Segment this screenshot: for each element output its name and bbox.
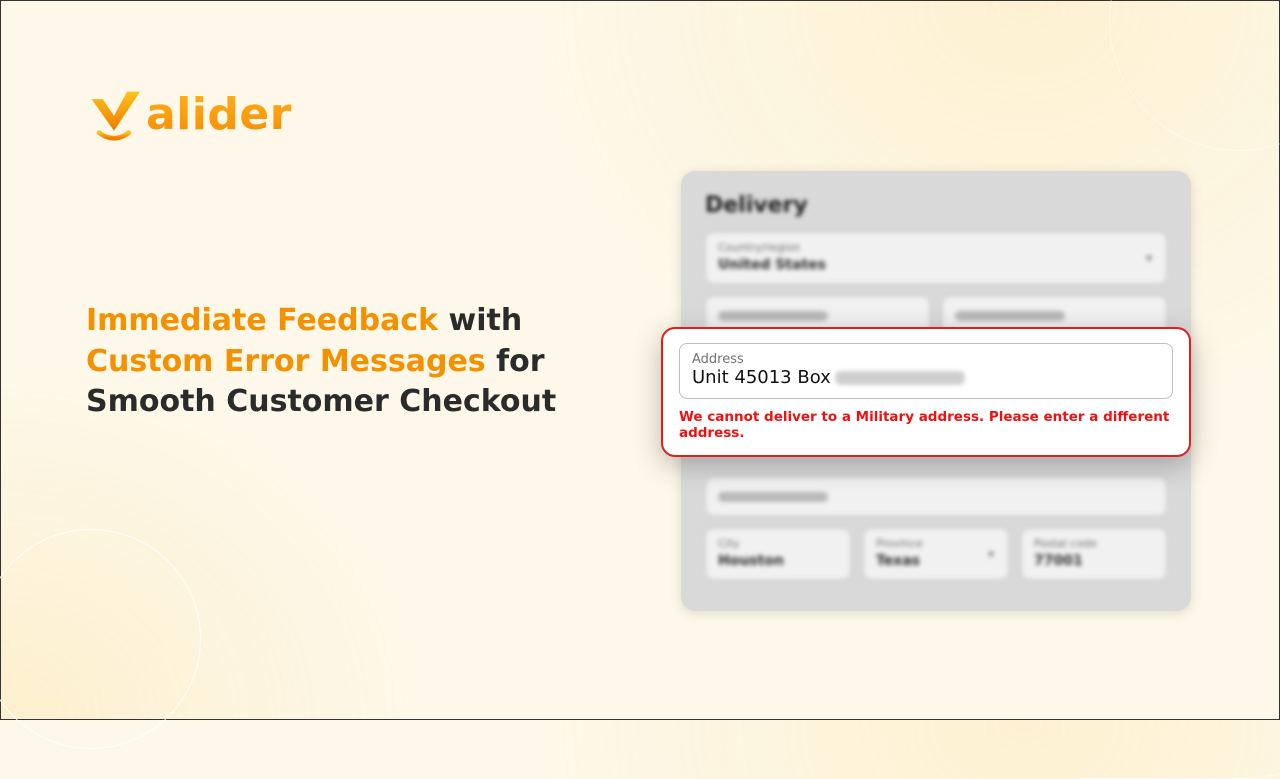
province-select[interactable]: Province Texas ▾ [863, 528, 1009, 580]
country-value: United States [718, 257, 826, 273]
postal-field[interactable]: Postal code 77001 [1021, 528, 1167, 580]
city-field[interactable]: City Houston [705, 528, 851, 580]
postal-label: Postal code [1034, 537, 1154, 550]
postal-value: 77001 [1034, 553, 1083, 569]
city-value: Houston [718, 553, 784, 569]
headline-accent-1: Immediate Feedback [86, 303, 438, 338]
address-error-panel: Address Unit 45013 Box We cannot deliver… [661, 327, 1191, 457]
chevron-down-icon: ▾ [988, 547, 994, 561]
city-label: City [718, 537, 838, 550]
country-select[interactable]: Country/region United States ▾ [705, 232, 1167, 284]
redacted-text [718, 492, 828, 502]
country-label: Country/region [718, 241, 1154, 254]
headline: Immediate Feedback with Custom Error Mes… [86, 301, 586, 423]
decorative-circle [1109, 0, 1280, 151]
logo-checkmark-icon [86, 86, 142, 142]
address-value: Unit 45013 Box [692, 367, 1160, 388]
address-input[interactable]: Address Unit 45013 Box [679, 343, 1173, 399]
brand-wordmark: alider [146, 89, 292, 140]
redacted-text [955, 311, 1065, 321]
redacted-text [718, 311, 828, 321]
redacted-text [835, 371, 965, 385]
decorative-circle [0, 529, 201, 749]
province-label: Province [876, 537, 996, 550]
delivery-title: Delivery [705, 193, 1167, 218]
address2-field[interactable] [705, 477, 1167, 516]
headline-accent-2: Custom Error Messages [86, 344, 486, 379]
brand-logo: alider [86, 86, 292, 142]
decorative-arc [1079, 599, 1280, 779]
address-label: Address [692, 352, 1160, 367]
address-error-message: We cannot deliver to a Military address.… [679, 409, 1173, 441]
chevron-down-icon: ▾ [1146, 251, 1152, 265]
province-value: Texas [876, 553, 920, 569]
